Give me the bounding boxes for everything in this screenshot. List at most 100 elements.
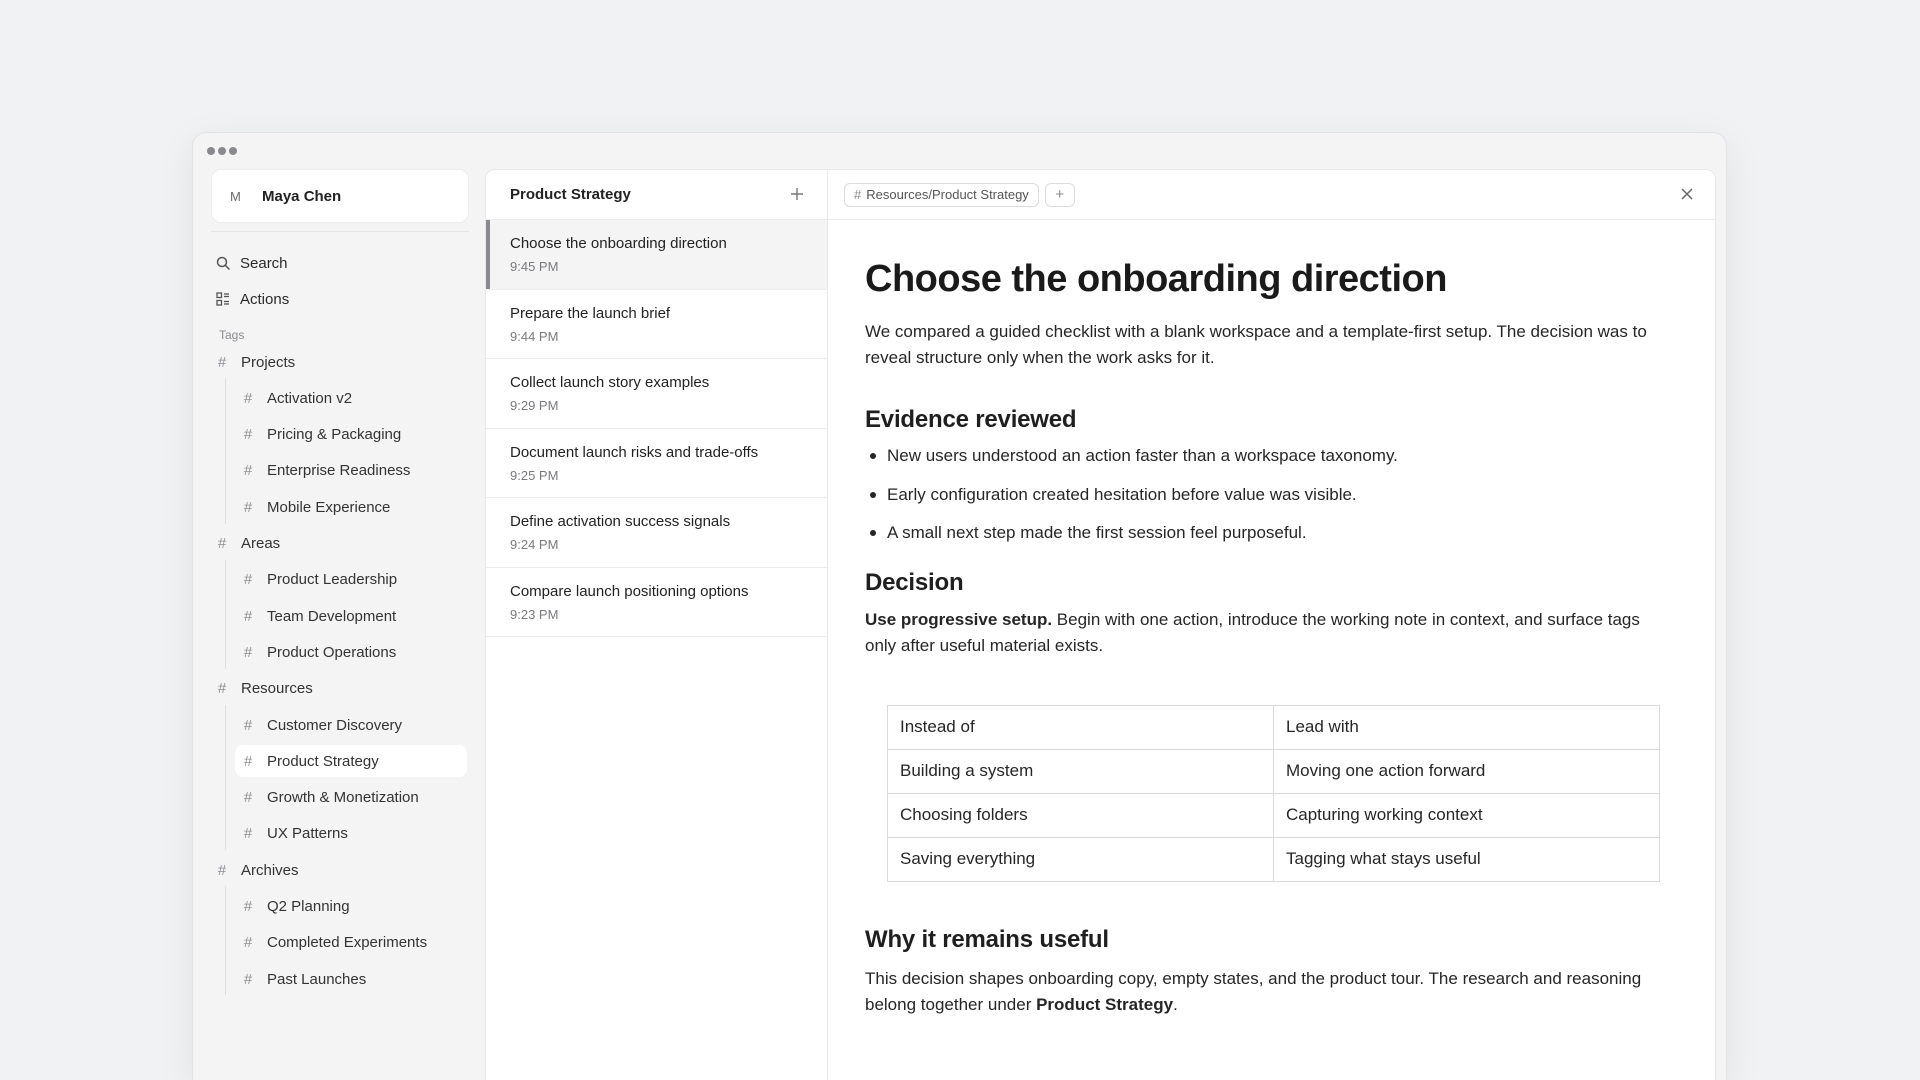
hash-icon: # <box>243 498 253 516</box>
plus-icon <box>791 187 803 200</box>
hash-icon: # <box>217 535 227 552</box>
tag-label: Team Development <box>267 607 397 625</box>
note-time: 9:45 PM <box>510 259 559 274</box>
list-item[interactable]: Define activation success signals 9:24 PM <box>486 498 828 568</box>
tag-item-growth-and-monetization[interactable]: # Growth & Monetization <box>235 782 467 814</box>
document-body[interactable]: Choose the onboarding direction We compa… <box>865 218 1665 1018</box>
tree-guide-line <box>225 559 226 669</box>
tag-item-product-strategy[interactable]: # Product Strategy <box>235 745 467 778</box>
close-icon <box>1681 188 1693 200</box>
list-item: Early configuration created hesitation b… <box>865 482 1665 521</box>
tag-item-past-launches[interactable]: # Past Launches <box>235 963 467 995</box>
search-icon <box>215 255 231 271</box>
why-text: This decision shapes onboarding copy, em… <box>865 968 1642 1014</box>
user-name: Maya Chen <box>262 187 342 205</box>
table-cell: Choosing folders <box>887 792 1274 838</box>
add-tag-button[interactable]: + <box>1044 182 1075 207</box>
note-title: Compare launch positioning options <box>510 582 749 600</box>
tag-label: Projects <box>241 353 296 371</box>
hash-icon: # <box>243 825 253 843</box>
list-item[interactable]: Compare launch positioning options 9:23 P… <box>486 568 828 637</box>
decision-paragraph: Use progressive setup. Begin with one ac… <box>865 607 1665 659</box>
intro-paragraph: We compared a guided checklist with a bl… <box>865 322 1647 367</box>
actions-button[interactable]: Actions <box>215 283 289 315</box>
table-cell: Building a system <box>887 748 1274 794</box>
tag-label: Growth & Monetization <box>267 789 419 807</box>
tag-label: Customer Discovery <box>267 716 403 734</box>
tag-item-pricing-and-packaging[interactable]: # Pricing & Packaging <box>235 419 467 451</box>
editor-panel: # Resources/Product Strategy + Choose th… <box>827 169 1716 1080</box>
hash-icon: # <box>243 934 253 952</box>
table-cell: Capturing working context <box>1273 792 1660 838</box>
hash-icon: # <box>243 389 253 407</box>
tag-label: Pricing & Packaging <box>267 426 402 444</box>
hash-icon: # <box>217 680 227 698</box>
note-list-title: Product Strategy <box>510 186 631 203</box>
window-menu-dots[interactable] <box>207 147 237 155</box>
evidence-list: New users understood an action faster th… <box>865 443 1665 559</box>
tag-group-resources[interactable]: # Resources <box>215 673 313 705</box>
tag-label: Resources <box>241 680 313 698</box>
hash-icon: # <box>854 187 862 202</box>
note-list-header: Product Strategy <box>486 170 828 220</box>
tree-guide-line <box>225 378 226 524</box>
tag-item-completed-experiments[interactable]: # Completed Experiments <box>235 927 467 959</box>
tag-item-ux-patterns[interactable]: # UX Patterns <box>235 818 467 850</box>
decision-heading: Decision <box>865 568 964 596</box>
tag-item-mobile-experience[interactable]: # Mobile Experience <box>235 491 467 523</box>
tree-guide-line <box>225 886 226 996</box>
table-cell: Instead of <box>887 704 1274 750</box>
tag-label: Product Leadership <box>267 571 398 589</box>
note-list: Choose the onboarding direction 9:45 PM Pr… <box>486 220 828 637</box>
table-row: Choosing folders Capturing working contex… <box>887 792 1660 838</box>
list-item[interactable]: Choose the onboarding direction 9:45 PM <box>486 220 828 290</box>
tag-label: Areas <box>241 535 281 552</box>
tag-group-projects[interactable]: # Projects <box>215 346 295 378</box>
close-button[interactable] <box>1677 184 1697 204</box>
hash-icon: # <box>243 643 253 661</box>
note-time: 9:23 PM <box>510 606 559 622</box>
tags-section-label: Tags <box>219 328 245 342</box>
tag-label: Activation v2 <box>267 389 353 407</box>
tag-item-customer-discovery[interactable]: # Customer Discovery <box>235 709 467 741</box>
tag-item-team-development[interactable]: # Team Development <box>235 600 467 632</box>
hash-icon: # <box>243 571 253 589</box>
why-paragraph: This decision shapes onboarding copy, em… <box>865 966 1665 1018</box>
avatar: M <box>230 188 241 204</box>
list-item[interactable]: Collect launch story examples 9:29 PM <box>486 359 828 429</box>
tag-label: Mobile Experience <box>267 498 391 516</box>
why-heading: Why it remains useful <box>865 925 1109 953</box>
decision-bold: Use progressive setup. <box>865 609 1053 629</box>
tag-item-product-operations[interactable]: # Product Operations <box>235 636 467 668</box>
list-item[interactable]: Prepare the launch brief 9:44 PM <box>486 290 828 359</box>
why-end: . <box>1173 994 1178 1014</box>
tag-item-q2-planning[interactable]: # Q2 Planning <box>235 891 467 923</box>
tag-label: Product Operations <box>267 643 397 661</box>
hash-icon: # <box>243 789 253 807</box>
table-row: Saving everything Tagging what stays usef… <box>887 836 1660 882</box>
tag-item-enterprise-readiness[interactable]: # Enterprise Readiness <box>235 455 467 487</box>
table-cell: Moving one action forward <box>1273 748 1660 794</box>
table-cell: Tagging what stays useful <box>1273 836 1660 882</box>
table-cell: Saving everything <box>887 836 1274 882</box>
editor-header: # Resources/Product Strategy + <box>828 170 1715 220</box>
tag-item-product-leadership[interactable]: # Product Leadership <box>235 564 467 596</box>
user-card[interactable]: M Maya Chen <box>211 169 469 223</box>
comparison-table: Instead of Lead with Building a system Movi… <box>887 704 1660 882</box>
hash-icon: # <box>243 970 253 988</box>
list-item: A small next step made the first session… <box>865 520 1665 559</box>
plus-icon: + <box>1055 186 1065 203</box>
why-bold: Product Strategy <box>1036 994 1174 1014</box>
hash-icon: # <box>243 462 253 480</box>
list-item[interactable]: Document launch risks and trade-offs 9:25… <box>486 429 828 498</box>
note-time: 9:29 PM <box>510 398 559 413</box>
new-note-button[interactable] <box>790 185 804 205</box>
note-title: Prepare the launch brief <box>510 304 671 322</box>
tag-group-areas[interactable]: # Areas <box>215 528 280 560</box>
tag-group-archives[interactable]: # Archives <box>215 854 299 886</box>
list-item: New users understood an action faster th… <box>865 443 1665 482</box>
tag-chip[interactable]: # Resources/Product Strategy <box>844 182 1039 207</box>
tag-item-activation-v2[interactable]: # Activation v2 <box>235 382 467 414</box>
search-label: Search <box>240 254 288 272</box>
search-button[interactable]: Search <box>215 247 288 279</box>
